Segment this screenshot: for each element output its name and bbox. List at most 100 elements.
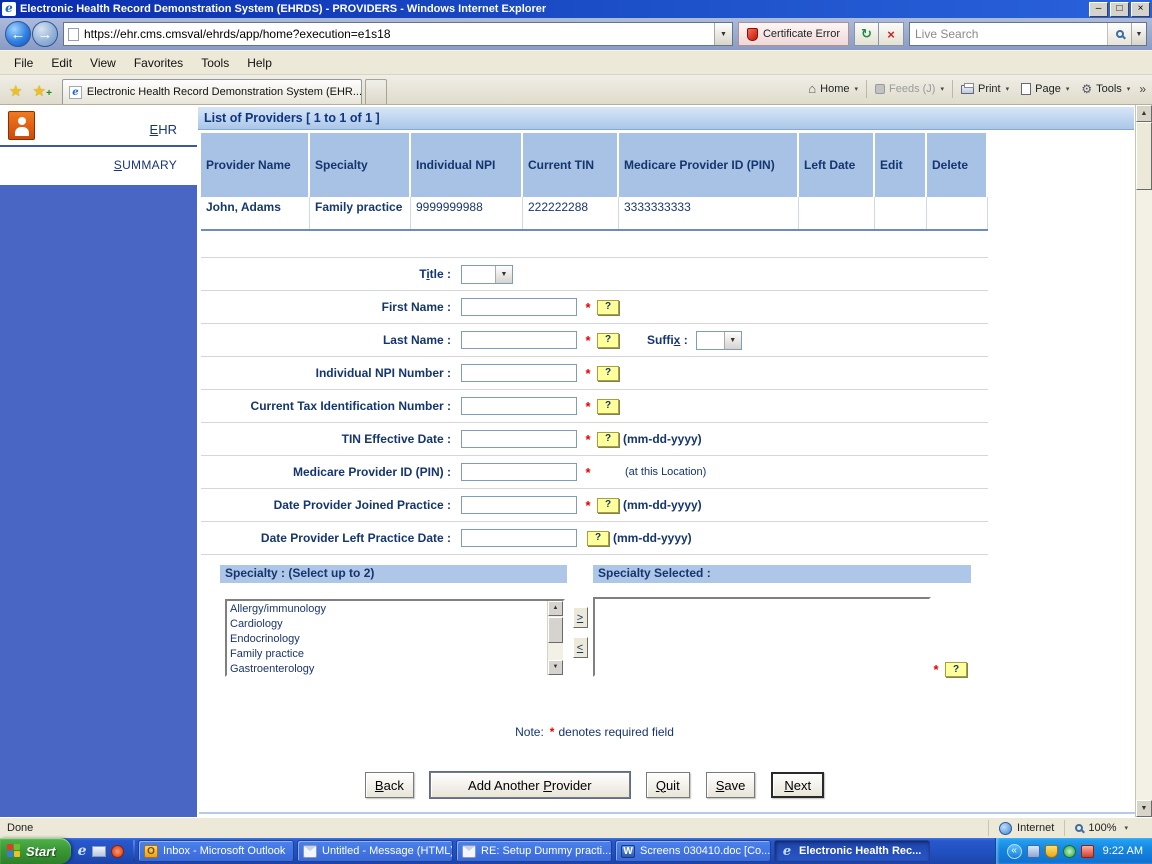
add-another-provider-button[interactable]: Add Another Provider (430, 772, 630, 798)
taskbar-item-word-doc[interactable]: W Screens 030410.doc [Co... (615, 840, 771, 862)
forward-icon[interactable]: → (32, 21, 58, 47)
minimize-button[interactable]: – (1089, 2, 1108, 17)
network-icon[interactable] (1027, 845, 1040, 858)
medicare-pin-input[interactable] (461, 463, 577, 481)
messenger-icon[interactable] (1081, 845, 1094, 858)
page-button[interactable]: Page ▾ (1015, 78, 1075, 100)
help-button[interactable]: ? (597, 333, 619, 348)
tab-active[interactable]: e Electronic Health Record Demonstration… (62, 79, 362, 104)
cell-delete[interactable] (927, 197, 988, 229)
npi-input[interactable] (461, 364, 577, 382)
specialty-option[interactable]: Cardiology (227, 617, 547, 632)
favorites-center-icon[interactable]: ★ (9, 86, 22, 98)
chevron-down-icon[interactable]: ▾ (1127, 85, 1131, 93)
menu-favorites[interactable]: Favorites (125, 53, 192, 73)
suffix-select[interactable]: ▼ (696, 331, 742, 350)
search-input[interactable] (910, 27, 1107, 41)
search-options-dropdown[interactable]: ▼ (1131, 23, 1146, 45)
help-button[interactable]: ? (597, 366, 619, 381)
taskbar-item-email[interactable]: RE: Setup Dummy practi... (456, 840, 612, 862)
chevron-down-icon[interactable]: ▾ (940, 85, 944, 93)
new-tab-stub[interactable] (365, 79, 387, 104)
required-asterisk: * (929, 662, 943, 677)
show-desktop-icon[interactable] (92, 846, 106, 857)
sidebar-link-summary[interactable]: SUMMARY (114, 158, 177, 172)
help-button[interactable]: ? (587, 531, 609, 546)
specialty-option[interactable]: Gastroenterology (227, 662, 547, 675)
left-practice-input[interactable] (461, 529, 577, 547)
specialty-selected-listbox[interactable] (593, 597, 931, 677)
home-button[interactable]: ⌂ Home ▾ (802, 78, 864, 100)
save-button[interactable]: Save (706, 772, 756, 798)
help-button[interactable]: ? (597, 300, 619, 315)
menu-edit[interactable]: Edit (42, 53, 81, 73)
tray-collapse-icon[interactable]: « (1007, 844, 1022, 859)
scroll-up-icon[interactable]: ▲ (548, 601, 563, 616)
specialty-option[interactable]: Family practice (227, 647, 547, 662)
security-shield-icon[interactable] (1045, 845, 1058, 858)
last-name-input[interactable] (461, 331, 577, 349)
volume-icon[interactable] (1063, 845, 1076, 858)
quit-button[interactable]: Quit (646, 772, 690, 798)
start-button[interactable]: Start (0, 838, 71, 864)
chevron-down-icon[interactable]: ▾ (1124, 824, 1128, 832)
scrollbar-thumb[interactable] (1136, 122, 1152, 190)
scroll-down-icon[interactable]: ▼ (548, 660, 563, 675)
menu-view[interactable]: View (81, 53, 125, 73)
url-input[interactable] (84, 27, 714, 41)
chevron-down-icon[interactable]: ▾ (854, 85, 858, 93)
scrollbar-thumb[interactable] (548, 617, 563, 643)
sidebar-link-ehr[interactable]: EHR (150, 122, 177, 137)
url-history-dropdown[interactable]: ▼ (714, 23, 732, 45)
chevron-down-icon[interactable]: ▾ (1066, 85, 1070, 93)
listbox-scrollbar[interactable]: ▲ ▼ (547, 601, 563, 675)
vertical-scrollbar[interactable]: ▲ ▼ (1135, 105, 1152, 817)
help-button[interactable]: ? (945, 662, 967, 677)
help-button[interactable]: ? (597, 498, 619, 513)
zoom-control[interactable]: 100% ▾ (1064, 820, 1138, 836)
search-icon[interactable] (1107, 23, 1131, 45)
tools-button[interactable]: ⚙ Tools ▾ (1075, 78, 1136, 100)
feeds-button[interactable]: Feeds (J) ▾ (869, 78, 950, 100)
menu-help[interactable]: Help (238, 53, 281, 73)
add-favorite-icon[interactable]: ★+ (32, 86, 45, 98)
taskbar-item-outlook[interactable]: O Inbox - Microsoft Outlook (138, 840, 294, 862)
refresh-icon[interactable]: ↻ (854, 22, 879, 46)
ie-quick-launch-icon[interactable]: e (78, 844, 87, 858)
tin-input[interactable] (461, 397, 577, 415)
taskbar-item-ie-active[interactable]: e Electronic Health Rec... (774, 840, 930, 862)
specialty-option[interactable]: Endocrinology (227, 632, 547, 647)
back-button[interactable]: Back (365, 772, 414, 798)
scroll-down-icon[interactable]: ▼ (1136, 800, 1152, 817)
live-search-box[interactable]: ▼ (909, 22, 1147, 46)
certificate-error-badge[interactable]: Certificate Error (738, 22, 849, 46)
help-button[interactable]: ? (597, 432, 619, 447)
scroll-up-icon[interactable]: ▲ (1136, 105, 1152, 122)
action-buttons: Back Add Another Provider Quit Save Next (201, 772, 988, 798)
move-right-button[interactable]: > (573, 607, 588, 628)
first-name-input[interactable] (461, 298, 577, 316)
back-icon[interactable]: ← (5, 21, 31, 47)
specialty-available-listbox[interactable]: Allergy/immunology Cardiology Endocrinol… (225, 599, 565, 677)
menu-file[interactable]: File (5, 53, 42, 73)
move-left-button[interactable]: < (573, 637, 588, 658)
cell-edit[interactable] (875, 197, 927, 229)
menu-tools[interactable]: Tools (192, 53, 238, 73)
tin-effective-date-input[interactable] (461, 430, 577, 448)
close-button[interactable]: × (1131, 2, 1150, 17)
chevron-down-icon[interactable]: ▼ (495, 266, 512, 283)
chevron-down-icon[interactable]: ▼ (724, 332, 741, 349)
next-button[interactable]: Next (771, 772, 824, 798)
url-field[interactable]: ▼ (63, 22, 733, 46)
taskbar-item-message[interactable]: Untitled - Message (HTML) (297, 840, 453, 862)
print-button[interactable]: Print ▾ (955, 78, 1015, 100)
stop-icon[interactable]: × (879, 22, 904, 46)
toolbar-overflow-icon[interactable]: » (1136, 82, 1149, 96)
joined-practice-input[interactable] (461, 496, 577, 514)
specialty-option[interactable]: Allergy/immunology (227, 602, 547, 617)
title-select[interactable]: ▼ (461, 265, 513, 284)
help-button[interactable]: ? (597, 399, 619, 414)
media-player-icon[interactable] (111, 845, 124, 858)
maximize-button[interactable]: □ (1110, 2, 1129, 17)
chevron-down-icon[interactable]: ▾ (1006, 85, 1010, 93)
